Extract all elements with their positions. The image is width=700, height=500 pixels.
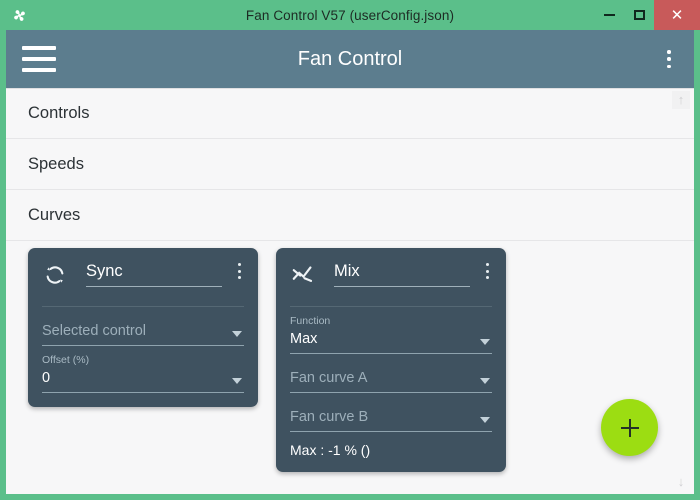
sync-card[interactable]: Sync Selected control Offset (%) 0 [28,248,258,407]
sync-icon [42,260,76,290]
maximize-button[interactable] [624,0,654,30]
close-icon: ✕ [670,6,684,24]
offset-dropdown[interactable]: Offset (%) 0 [42,354,244,393]
mix-card[interactable]: Mix Function Max Fan curve A Fan curve B… [276,248,506,472]
mix-more-vertical-icon[interactable] [480,261,494,281]
sidebar-item-speeds[interactable]: Speeds [6,139,694,190]
sync-card-header: Sync [42,260,244,294]
fan-icon [4,0,34,30]
section-label: Controls [28,104,90,122]
selected-control-value: Selected control [42,323,146,339]
mix-status-text: Max : -1 % () [290,442,371,458]
cards-row: Sync Selected control Offset (%) 0 Mix F… [6,241,694,472]
sync-more-vertical-icon[interactable] [232,261,246,281]
app-bar: Fan Control [6,30,694,88]
offset-label: Offset (%) [42,354,90,366]
maximize-icon [633,10,645,20]
scroll-down-arrow[interactable]: ↓ [672,473,690,491]
fan-curve-b-value: Fan curve B [290,409,369,425]
mix-title-field[interactable]: Mix [334,260,470,287]
chevron-down-icon [480,417,490,423]
function-value: Max [290,331,318,347]
application-window: Fan Control V57 (userConfig.json) ✕ Fan … [0,0,700,500]
minimize-icon [603,14,615,16]
mix-curve-icon [290,260,324,290]
client-area: Fan Control Controls Speeds Curves Sync … [6,30,694,494]
add-button[interactable] [601,399,658,456]
section-label: Speeds [28,154,84,173]
fan-curve-a-dropdown[interactable]: Fan curve A [290,368,492,393]
chevron-down-icon [480,378,490,384]
chevron-down-icon [232,331,242,337]
page-title: Fan Control [297,47,403,70]
offset-value: 0 [42,370,51,386]
divider [42,306,244,307]
sync-card-title: Sync [86,262,123,280]
content-scroll-area: Controls Speeds Curves Sync Selected con… [6,88,694,494]
minimize-button[interactable] [594,0,624,30]
sidebar-item-controls[interactable]: Controls [6,88,694,139]
sidebar-item-curves[interactable]: Curves [6,190,694,241]
window-controls: ✕ [594,0,700,30]
fan-curve-a-value: Fan curve A [290,370,368,386]
scroll-up-arrow[interactable]: ↑ [672,91,690,109]
more-vertical-icon[interactable] [658,47,680,71]
title-bar[interactable]: Fan Control V57 (userConfig.json) ✕ [0,0,700,30]
chevron-down-icon [232,378,242,384]
function-dropdown[interactable]: Function Max [290,315,492,354]
fan-curve-b-dropdown[interactable]: Fan curve B [290,407,492,432]
selected-control-dropdown[interactable]: Selected control [42,321,244,346]
divider [290,306,492,307]
section-label: Curves [28,205,81,224]
mix-card-header: Mix [290,260,492,294]
sync-title-field[interactable]: Sync [86,260,222,287]
function-label: Function [290,315,331,327]
hamburger-icon[interactable] [22,46,56,72]
close-button[interactable]: ✕ [654,0,700,30]
plus-icon [620,418,640,438]
mix-card-title: Mix [334,262,360,280]
chevron-down-icon [480,339,490,345]
